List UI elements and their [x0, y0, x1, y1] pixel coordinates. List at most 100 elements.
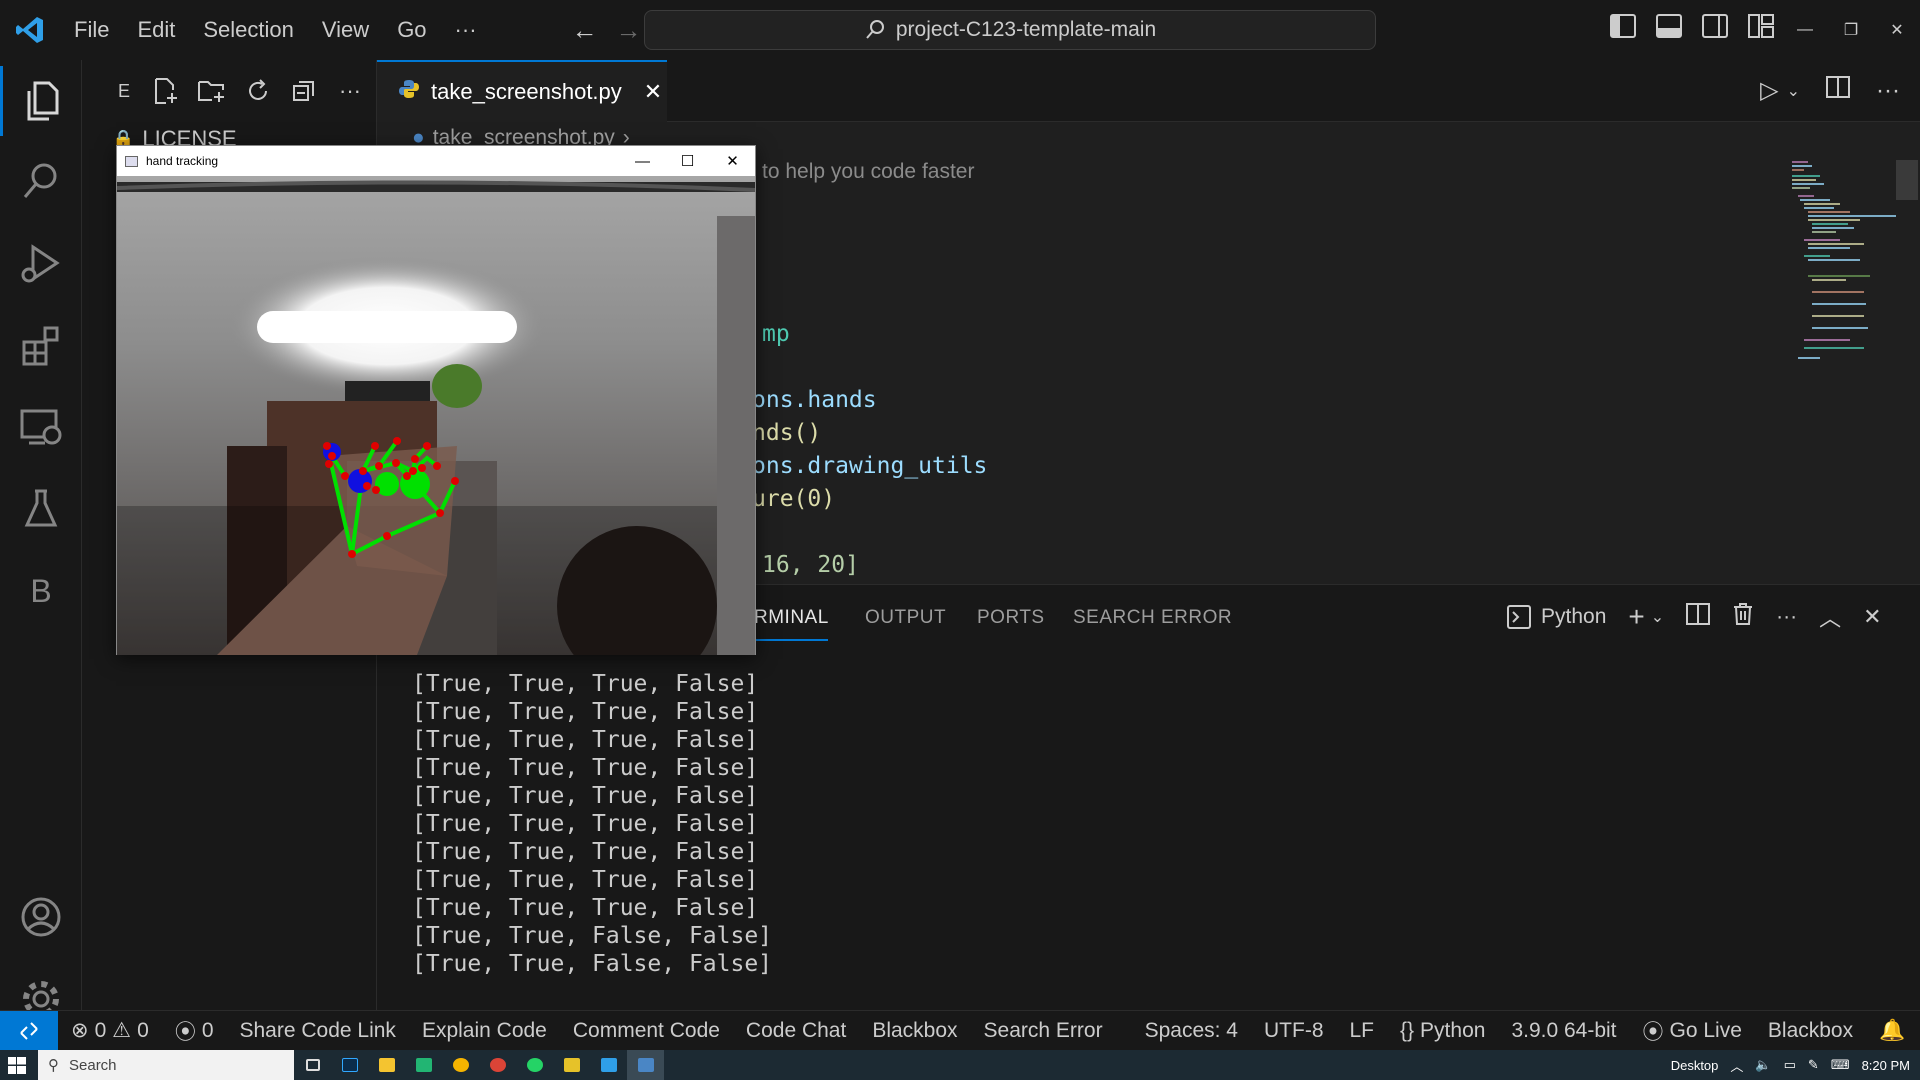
indentation-button[interactable]: Spaces: 4: [1132, 1019, 1251, 1043]
accounts-icon[interactable]: [0, 882, 82, 952]
kill-terminal-icon[interactable]: [1732, 602, 1754, 632]
run-python-file-icon[interactable]: ▷: [1760, 76, 1778, 105]
warning-icon: ⚠: [112, 1019, 132, 1042]
run-debug-icon[interactable]: [0, 228, 82, 298]
encoding-button[interactable]: UTF-8: [1251, 1019, 1337, 1043]
eol-button[interactable]: LF: [1337, 1019, 1388, 1043]
show-hidden-icons-icon[interactable]: ︿: [1730, 1056, 1743, 1075]
toggle-sidebar-icon[interactable]: [1610, 14, 1636, 38]
chrome-profile-icon[interactable]: [479, 1050, 516, 1080]
panel-more-icon[interactable]: ···: [1776, 605, 1797, 629]
panel-actions: Python + ⌄ ··· ︿ ✕: [1507, 601, 1882, 633]
minimize-icon[interactable]: —: [620, 153, 665, 170]
taskbar-search[interactable]: ⚲ Search: [38, 1050, 294, 1080]
windows-start-icon[interactable]: [8, 1057, 26, 1079]
pen-icon[interactable]: ✎: [1808, 1057, 1819, 1073]
photoshop-icon[interactable]: [331, 1050, 368, 1080]
maximize-panel-icon[interactable]: ︿: [1819, 601, 1841, 633]
menu-file[interactable]: File: [60, 17, 123, 43]
blackbox-status-button[interactable]: Blackbox: [1755, 1019, 1866, 1043]
vscode-taskbar-icon[interactable]: [590, 1050, 627, 1080]
minimap[interactable]: [1790, 158, 1900, 368]
new-terminal-icon[interactable]: +: [1628, 601, 1644, 633]
tab-output[interactable]: OUTPUT: [865, 607, 946, 629]
editor-scrollbar[interactable]: [1896, 160, 1918, 200]
close-icon[interactable]: ✕: [710, 152, 755, 170]
maximize-icon[interactable]: ☐: [665, 152, 710, 170]
python-launcher-icon[interactable]: [553, 1050, 590, 1080]
collapse-all-icon[interactable]: [288, 75, 320, 107]
clock[interactable]: 8:20 PM: [1862, 1058, 1910, 1073]
customize-layout-icon[interactable]: [1748, 14, 1774, 38]
new-folder-icon[interactable]: [196, 75, 228, 107]
explorer-icon[interactable]: [0, 66, 82, 136]
command-center-search[interactable]: project-C123-template-main: [644, 10, 1376, 50]
split-terminal-icon[interactable]: [1686, 603, 1711, 631]
menu-bar: File Edit Selection View Go ···: [60, 17, 491, 43]
editor-more-icon[interactable]: ···: [1876, 77, 1900, 105]
search-error-button[interactable]: Search Error: [971, 1019, 1116, 1043]
menu-more[interactable]: ···: [441, 17, 491, 43]
python-window-icon[interactable]: [627, 1050, 664, 1080]
title-bar: File Edit Selection View Go ··· ← → proj…: [0, 0, 1920, 60]
terminal-shell[interactable]: Python: [1507, 605, 1606, 629]
remote-indicator-icon[interactable]: [0, 1010, 58, 1051]
refresh-icon[interactable]: [242, 75, 274, 107]
volume-icon[interactable]: 🔈: [1755, 1057, 1771, 1073]
tab-terminal[interactable]: RMINAL: [754, 607, 829, 629]
language-mode-button[interactable]: {} Python: [1387, 1019, 1498, 1043]
hand-tracking-window[interactable]: hand tracking — ☐ ✕: [116, 145, 756, 655]
minimize-icon[interactable]: —: [1782, 21, 1828, 39]
search-icon[interactable]: [0, 146, 82, 216]
extensions-icon[interactable]: [0, 310, 82, 380]
comment-code-button[interactable]: Comment Code: [560, 1019, 733, 1043]
tab-close-icon[interactable]: ✕: [644, 79, 662, 105]
problems-indicator[interactable]: ⊗ 0 ⚠ 0: [58, 1018, 162, 1043]
terminal-icon: [1507, 605, 1531, 629]
terminal-line: [True, True, True, False]: [412, 755, 759, 781]
menu-go[interactable]: Go: [383, 17, 440, 43]
close-icon[interactable]: ✕: [1874, 20, 1920, 40]
explain-code-button[interactable]: Explain Code: [409, 1019, 560, 1043]
toggle-panel-icon[interactable]: [1656, 14, 1682, 38]
editor-tab-bar: take_screenshot.py ✕ ▷ ⌄ ···: [377, 60, 1920, 122]
terminal-dropdown-icon[interactable]: ⌄: [1651, 607, 1664, 627]
code-chat-button[interactable]: Code Chat: [733, 1019, 859, 1043]
sticky-notes-icon[interactable]: [405, 1050, 442, 1080]
menu-selection[interactable]: Selection: [189, 17, 308, 43]
blackbox-button[interactable]: Blackbox: [859, 1019, 970, 1043]
new-file-icon[interactable]: [150, 75, 182, 107]
network-icon[interactable]: ▭: [1784, 1057, 1796, 1073]
tab-search-error[interactable]: SEARCH ERROR: [1073, 607, 1232, 629]
task-view-icon[interactable]: [294, 1050, 331, 1080]
terminal-output[interactable]: [True, True, True, False] [True, True, T…: [412, 670, 772, 978]
blackbox-icon[interactable]: B: [0, 556, 82, 626]
testing-icon[interactable]: [0, 474, 82, 544]
tab-take-screenshot[interactable]: take_screenshot.py ✕: [377, 60, 667, 122]
toggle-secondary-sidebar-icon[interactable]: [1702, 14, 1728, 38]
whatsapp-icon[interactable]: [516, 1050, 553, 1080]
editor-actions: ▷ ⌄ ···: [1760, 76, 1900, 105]
desktop-toolbar-label[interactable]: Desktop: [1671, 1058, 1719, 1073]
go-live-label: Go Live: [1669, 1018, 1742, 1042]
tab-ports[interactable]: PORTS: [977, 607, 1045, 629]
menu-view[interactable]: View: [308, 17, 383, 43]
notifications-bell-icon[interactable]: 🔔: [1866, 1019, 1918, 1043]
ports-indicator[interactable]: ⦿ 0: [162, 1016, 227, 1046]
restore-icon[interactable]: ❐: [1828, 20, 1874, 40]
more-actions-icon[interactable]: ···: [334, 75, 366, 107]
windows-taskbar: ⚲ Search Desktop ︿ 🔈 ▭ ✎ ⌨ 8:20 PM: [0, 1050, 1920, 1080]
remote-explorer-icon[interactable]: [0, 392, 82, 462]
file-explorer-icon[interactable]: [368, 1050, 405, 1080]
close-panel-icon[interactable]: ✕: [1863, 604, 1881, 630]
share-code-link-button[interactable]: Share Code Link: [227, 1019, 409, 1043]
run-dropdown-icon[interactable]: ⌄: [1787, 81, 1800, 101]
chrome-icon[interactable]: [442, 1050, 479, 1080]
go-live-button[interactable]: ⦿ Go Live: [1630, 1016, 1755, 1046]
keyboard-icon[interactable]: ⌨: [1831, 1057, 1850, 1073]
window-controls: — ❐ ✕: [1782, 0, 1920, 60]
back-arrow-icon[interactable]: ←: [563, 15, 607, 46]
interpreter-button[interactable]: 3.9.0 64-bit: [1498, 1019, 1629, 1043]
menu-edit[interactable]: Edit: [123, 17, 189, 43]
split-editor-icon[interactable]: [1826, 76, 1851, 105]
